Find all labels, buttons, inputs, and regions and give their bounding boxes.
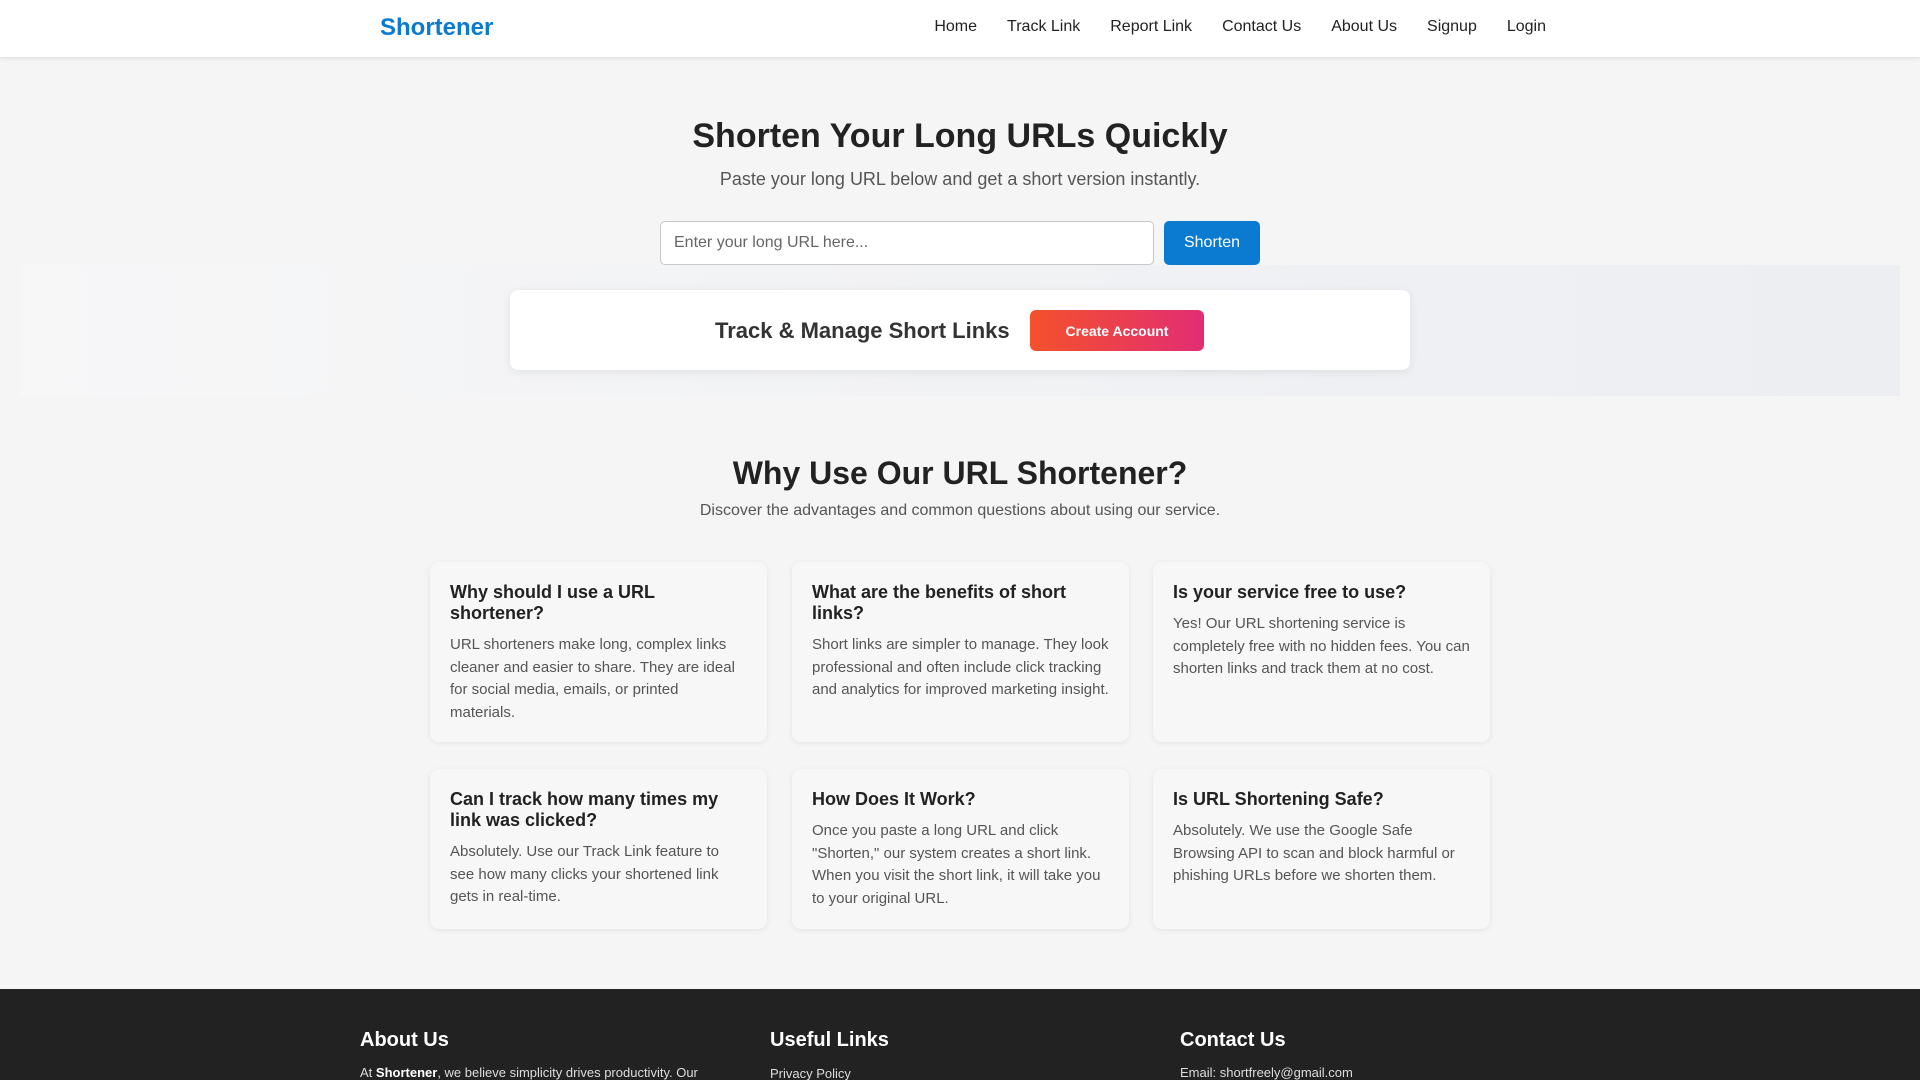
brand-logo[interactable]: Shortener: [380, 14, 493, 42]
footer-about: About Us At Shortener, we believe simpli…: [360, 1029, 698, 1080]
nav-home[interactable]: Home: [934, 18, 977, 36]
nav-login[interactable]: Login: [1507, 18, 1546, 36]
top-navbar: Shortener Home Track Link Report Link Co…: [0, 0, 1920, 57]
features-subtitle: Discover the advantages and common quest…: [699, 502, 1221, 519]
faq-card-title: Is URL Shortening Safe?: [1173, 789, 1384, 809]
footer-contact-email: Email: shortfreely@gmail.com: [1180, 1065, 1353, 1080]
long-url-input[interactable]: [660, 221, 1154, 265]
footer-about-heading: About Us: [360, 1029, 449, 1051]
promo-text: Track & Manage Short Links: [715, 318, 1010, 343]
nav-signup[interactable]: Signup: [1427, 18, 1477, 36]
faq-card-body: Absolutely. We use the Google Safe Brows…: [1173, 822, 1455, 884]
nav-about-us[interactable]: About Us: [1331, 18, 1397, 36]
features-title: Why Use Our URL Shortener?: [732, 455, 1188, 491]
create-account-button[interactable]: Create Account: [1030, 310, 1204, 351]
footer-contact: Contact Us Email: shortfreely@gmail.com: [1180, 1029, 1353, 1080]
shorten-button[interactable]: Shorten: [1164, 221, 1260, 265]
faq-card-body: Yes! Our URL shortening service is compl…: [1173, 615, 1470, 677]
footer: About Us At Shortener, we believe simpli…: [0, 989, 1920, 1080]
faq-card-title: Is your service free to use?: [1173, 582, 1407, 602]
faq-card: What are the benefits of short links? Sh…: [792, 562, 1129, 742]
faq-card-body: Once you paste a long URL and click "Sho…: [812, 822, 1101, 907]
nav-contact-us[interactable]: Contact Us: [1222, 18, 1301, 36]
faq-card: Is your service free to use? Yes! Our UR…: [1153, 562, 1490, 742]
faq-card-body: Absolutely. Use our Track Link feature t…: [450, 843, 720, 905]
footer-links-heading: Useful Links: [770, 1029, 889, 1051]
nav-report-link[interactable]: Report Link: [1110, 18, 1192, 36]
faq-card-title: Why should I use a URL shortener?: [450, 582, 655, 623]
faq-card-title: How Does It Work?: [812, 789, 976, 809]
footer-about-text: At Shortener, we believe simplicity driv…: [360, 1065, 698, 1080]
footer-useful-links: Useful Links Privacy Policy: [770, 1029, 889, 1080]
faq-card-body: Short links are simpler to manage. They …: [812, 636, 1109, 698]
nav-track-link[interactable]: Track Link: [1007, 18, 1080, 36]
hero-subtitle: Paste your long URL below and get a shor…: [719, 169, 1201, 189]
footer-about-suffix: , we believe simplicity drives productiv…: [437, 1065, 698, 1080]
faq-card-title: Can I track how many times my link was c…: [450, 789, 719, 830]
faq-card-title: What are the benefits of short links?: [812, 582, 1067, 623]
faq-card: Can I track how many times my link was c…: [430, 769, 767, 929]
faq-card: How Does It Work? Once you paste a long …: [792, 769, 1129, 929]
footer-about-prefix: At: [360, 1065, 376, 1080]
nav-links: Home Track Link Report Link Contact Us A…: [934, 18, 1546, 36]
faq-card-body: URL shorteners make long, complex links …: [450, 636, 735, 721]
footer-about-brand: Shortener: [375, 1065, 438, 1080]
hero-title: Shorten Your Long URLs Quickly: [692, 117, 1228, 155]
footer-contact-heading: Contact Us: [1180, 1029, 1286, 1051]
faq-card: Is URL Shortening Safe? Absolutely. We u…: [1153, 769, 1490, 929]
promo-card: Track & Manage Short Links Create Accoun…: [510, 290, 1410, 370]
footer-link-privacy-policy[interactable]: Privacy Policy: [770, 1066, 851, 1080]
faq-card: Why should I use a URL shortener? URL sh…: [430, 562, 767, 742]
